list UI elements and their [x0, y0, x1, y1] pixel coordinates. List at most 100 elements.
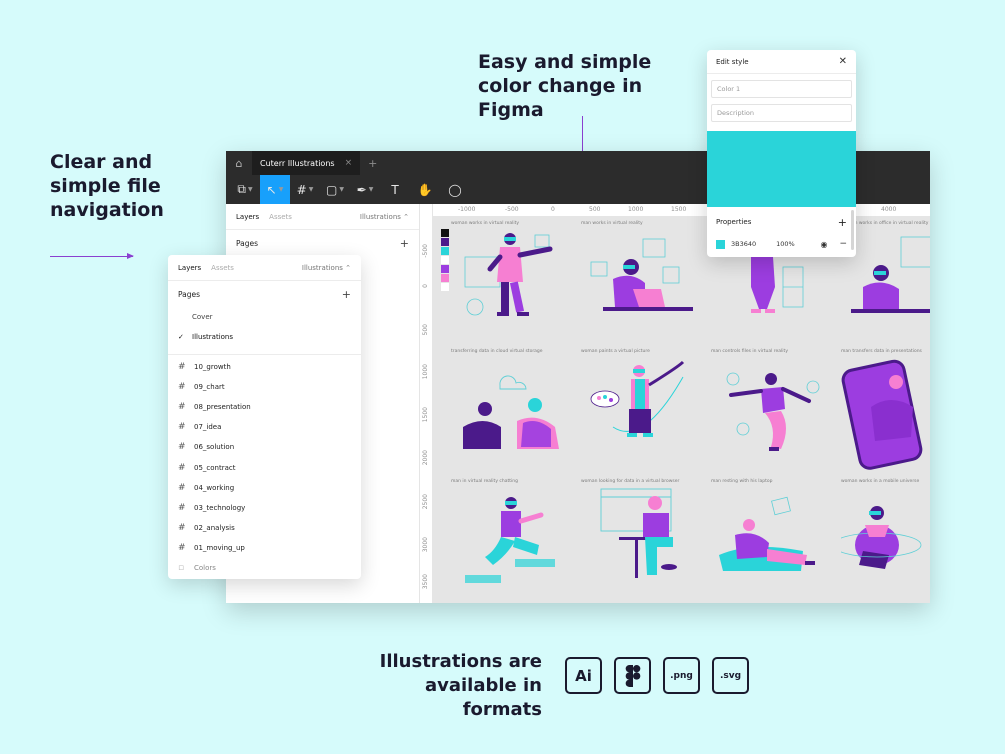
- page-item-cover[interactable]: Cover: [168, 307, 361, 327]
- tab-assets[interactable]: Assets: [211, 264, 234, 272]
- swatch[interactable]: [441, 274, 449, 282]
- illustration-phone-presentation[interactable]: [841, 357, 930, 475]
- file-tab[interactable]: Cuterr Illustrations ×: [252, 151, 361, 175]
- layer-item-02-analysis[interactable]: #02_analysis: [168, 518, 361, 538]
- ruler-tick: -500: [505, 206, 519, 213]
- illustration-vr-chatting[interactable]: [455, 485, 573, 603]
- ruler-tick: 0: [422, 284, 429, 288]
- pages-label: Pages: [178, 289, 201, 299]
- frame-icon: #: [178, 542, 186, 553]
- style-description-placeholder: Description: [717, 109, 755, 117]
- swatch[interactable]: [441, 247, 449, 255]
- layer-item-04-working[interactable]: #04_working: [168, 478, 361, 498]
- illustration-vr-woman[interactable]: [455, 227, 573, 345]
- fill-color-chip[interactable]: [716, 239, 725, 249]
- illustration-cloud-storage[interactable]: [455, 357, 573, 475]
- layer-item-06-solution[interactable]: #06_solution: [168, 437, 361, 457]
- remove-fill-icon[interactable]: −: [839, 239, 847, 249]
- add-fill-icon[interactable]: +: [838, 216, 847, 229]
- layer-item-01-moving-up[interactable]: #01_moving_up: [168, 538, 361, 558]
- home-icon[interactable]: ⌂: [226, 151, 252, 175]
- comment-tool-icon[interactable]: ◯: [440, 175, 470, 204]
- illustration-vr-painter[interactable]: [583, 357, 701, 475]
- page-item-label: Cover: [192, 313, 213, 321]
- frame-icon: #: [178, 462, 186, 473]
- illustration-mobile-universe[interactable]: [841, 485, 930, 603]
- ruler-tick: 1000: [422, 364, 429, 380]
- tab-layers[interactable]: Layers: [236, 213, 259, 221]
- close-tab-icon[interactable]: ×: [345, 158, 353, 168]
- ruler-tick: 1500: [671, 206, 687, 213]
- shape-tool-icon[interactable]: ▢ ▼: [320, 175, 350, 204]
- layer-item-09-chart[interactable]: #09_chart: [168, 377, 361, 397]
- visibility-eye-icon[interactable]: ◉: [820, 240, 827, 249]
- tab-layers[interactable]: Layers: [178, 264, 201, 272]
- layer-label: 07_idea: [194, 423, 222, 432]
- layer-label: 09_chart: [194, 383, 225, 392]
- layer-label: 06_solution: [194, 443, 235, 452]
- layer-item-05-contract[interactable]: #05_contract: [168, 457, 361, 477]
- layer-label: 02_analysis: [194, 523, 235, 532]
- ruler-tick: 500: [422, 324, 429, 336]
- layer-item-07-idea[interactable]: #07_idea: [168, 417, 361, 437]
- layer-item-colors[interactable]: ▫ Colors: [168, 558, 361, 578]
- illustration-caption: woman works in virtual reality: [451, 221, 520, 226]
- layer-label: 05_contract: [194, 463, 236, 472]
- edit-style-popup: Edit style ✕ Color 1 Description Propert…: [707, 50, 856, 257]
- color-swatches: [441, 229, 449, 292]
- edit-style-title: Edit style: [716, 57, 749, 66]
- format-badges: Ai .png .svg: [565, 657, 749, 694]
- scrollbar[interactable]: [851, 210, 854, 250]
- illustration-vr-dancer[interactable]: [711, 357, 829, 475]
- swatch[interactable]: [441, 265, 449, 273]
- close-icon[interactable]: ✕: [839, 56, 847, 67]
- fill-row[interactable]: 3B3640 100% ◉ −: [707, 233, 856, 255]
- style-name-field[interactable]: Color 1: [711, 80, 852, 98]
- add-page-icon[interactable]: +: [342, 288, 351, 301]
- png-format-badge: .png: [663, 657, 700, 694]
- frame-icon: #: [178, 362, 186, 373]
- hand-tool-icon[interactable]: ✋: [410, 175, 440, 204]
- ruler-tick: -1000: [458, 206, 476, 213]
- text-tool-icon[interactable]: T: [380, 175, 410, 204]
- panel-tabs: Layers Assets Illustrations ⌃: [226, 204, 419, 230]
- page-selector[interactable]: Illustrations ⌃: [302, 264, 351, 272]
- illustration-vr-browser[interactable]: [583, 485, 701, 603]
- illustration-vr-man-laptop[interactable]: [583, 227, 701, 345]
- illustration-resting-laptop[interactable]: [711, 485, 829, 603]
- layer-item-08-presentation[interactable]: #08_presentation: [168, 397, 361, 417]
- illustration-caption: transferring data in cloud virtual stora…: [451, 349, 543, 354]
- page-selector[interactable]: Illustrations ⌃: [360, 213, 409, 221]
- fill-hex-value[interactable]: 3B3640: [731, 240, 756, 248]
- promo-file-navigation-text: Clear and simple file navigation: [50, 151, 164, 221]
- new-tab-icon[interactable]: +: [368, 157, 377, 170]
- swatch[interactable]: [441, 283, 449, 291]
- figma-logo-icon: [625, 664, 640, 687]
- swatch[interactable]: [441, 256, 449, 264]
- main-menu-icon[interactable]: ⧉ ▼: [230, 175, 260, 204]
- design-canvas[interactable]: woman works in virtual reality man works…: [433, 217, 930, 603]
- tab-assets[interactable]: Assets: [269, 213, 292, 221]
- fill-opacity-value[interactable]: 100%: [776, 240, 795, 248]
- move-tool-icon[interactable]: ↖ ▼: [260, 175, 290, 204]
- ruler-tick: 4000: [881, 206, 897, 213]
- frame-icon: #: [178, 482, 186, 493]
- ruler-tick: 3500: [422, 574, 429, 590]
- frame-icon: #: [178, 442, 186, 453]
- pages-header: Pages +: [226, 230, 419, 256]
- frame-icon: #: [178, 522, 186, 533]
- layer-item-10-growth[interactable]: #10_growth: [168, 357, 361, 377]
- color-preview[interactable]: [707, 131, 856, 207]
- layer-label: 10_growth: [194, 363, 231, 372]
- style-description-field[interactable]: Description: [711, 104, 852, 122]
- layer-item-03-technology[interactable]: #03_technology: [168, 498, 361, 518]
- layers-panel: Layers Assets Illustrations ⌃ Pages + Co…: [168, 255, 361, 579]
- add-page-icon[interactable]: +: [400, 237, 409, 250]
- frame-tool-icon[interactable]: # ▼: [290, 175, 320, 204]
- pen-tool-icon[interactable]: ✒ ▼: [350, 175, 380, 204]
- swatch[interactable]: [441, 238, 449, 246]
- swatch[interactable]: [441, 229, 449, 237]
- illustration-caption: woman paints a virtual picture: [581, 349, 650, 354]
- page-item-illustrations[interactable]: ✓ Illustrations: [168, 327, 361, 347]
- frame-icon: #: [178, 502, 186, 513]
